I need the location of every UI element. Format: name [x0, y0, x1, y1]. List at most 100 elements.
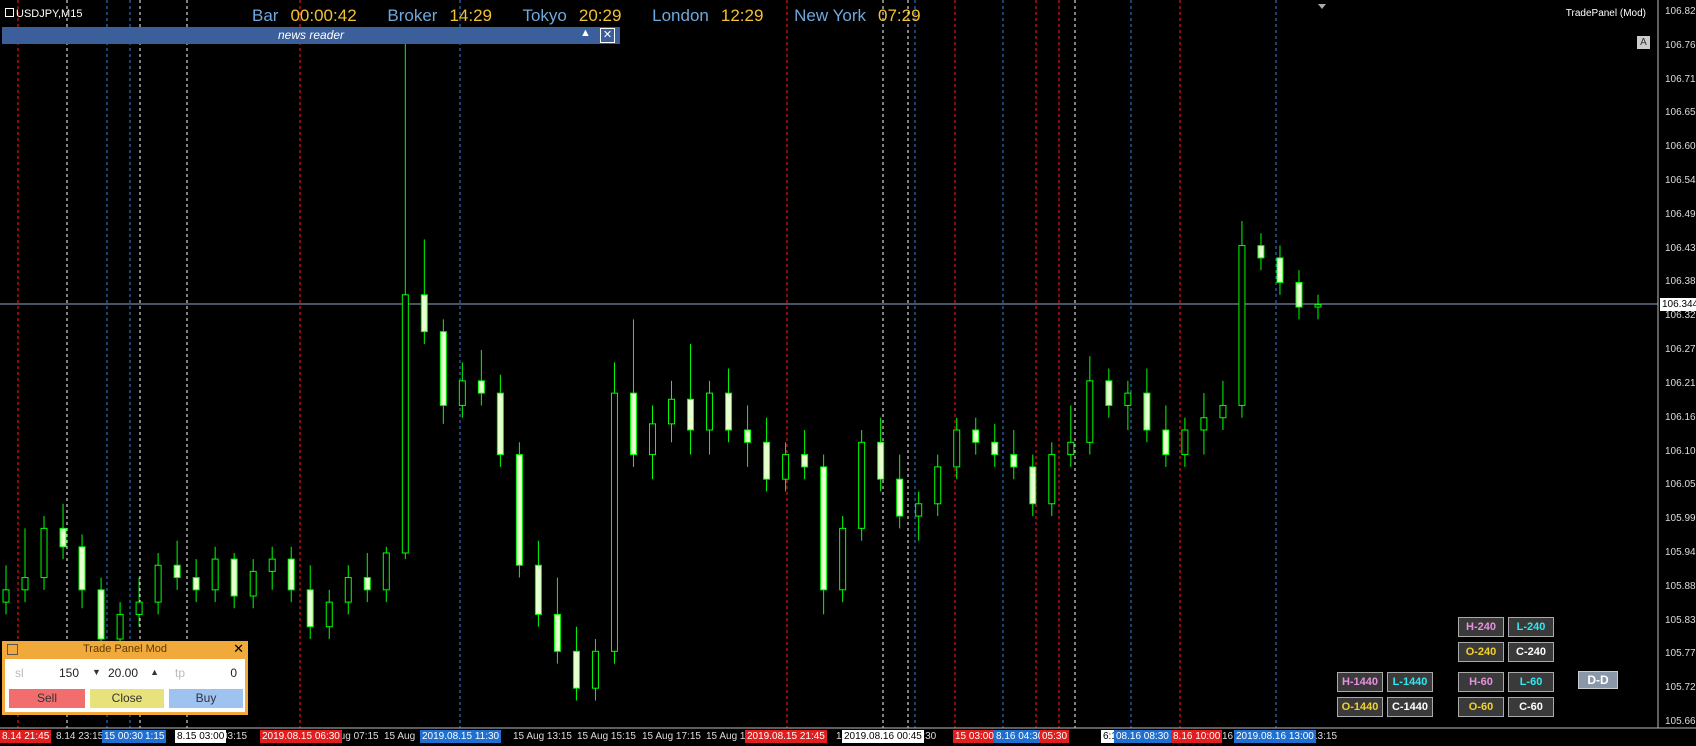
time-tick: 15 Aug 13:15 — [513, 731, 572, 742]
candle-body — [572, 650, 580, 689]
candle-body — [135, 601, 143, 615]
c1440-button[interactable]: C-1440 — [1387, 697, 1433, 717]
minimize-icon[interactable] — [7, 644, 18, 655]
candle-body — [991, 441, 999, 456]
price-tick: 105.995 — [1665, 513, 1696, 525]
chart-background — [0, 0, 1658, 728]
newyork-label: New York — [794, 6, 866, 25]
chart-menu-icon[interactable] — [5, 8, 14, 17]
o1440-button[interactable]: O-1440 — [1337, 697, 1383, 717]
session-time-marker: 08.16 08:30 — [1114, 730, 1171, 743]
candle-body — [648, 423, 656, 456]
close-button[interactable]: Close — [90, 689, 164, 708]
trade-panel-header[interactable]: Trade Panel Mod ✕ — [2, 641, 248, 657]
trade-panel-close-icon[interactable]: ✕ — [233, 642, 244, 656]
sell-button[interactable]: Sell — [9, 689, 85, 708]
candle-body — [116, 613, 124, 640]
trade-panel-body: sl 150 ▼ 20.00 ▲ tp 0 Sell Close Buy — [5, 659, 245, 712]
sl-field[interactable]: sl 150 — [11, 663, 83, 683]
candle-body — [211, 558, 219, 591]
symbol-label: USDJPY,M15 — [16, 8, 83, 20]
price-tick: 106.710 — [1665, 73, 1696, 85]
close-icon[interactable]: ✕ — [600, 28, 615, 43]
lots-decrease-icon[interactable]: ▼ — [92, 667, 101, 677]
candle-body — [1238, 245, 1246, 406]
buy-button[interactable]: Buy — [169, 689, 243, 708]
price-tick: 106.105 — [1665, 445, 1696, 457]
price-tick: 105.830 — [1665, 614, 1696, 626]
candle-body — [363, 577, 371, 591]
candle-body — [173, 564, 181, 579]
session-time-marker: 8.15 03:00 — [175, 730, 227, 743]
candle-body — [820, 466, 828, 591]
price-tick: 106.050 — [1665, 479, 1696, 491]
candle-body — [477, 380, 485, 394]
session-time-marker: 15 03:00 — [953, 730, 996, 743]
candle-body — [97, 589, 105, 640]
candle-body — [953, 429, 961, 468]
candle-body — [1048, 454, 1056, 505]
candle-body — [382, 552, 390, 591]
candle-body — [325, 601, 333, 628]
london-time: 12:29 — [720, 6, 764, 25]
c240-button[interactable]: C-240 — [1508, 642, 1554, 662]
collapse-icon[interactable]: ▲ — [580, 27, 591, 39]
candle-body — [154, 564, 162, 603]
bar-label: Bar — [252, 6, 279, 25]
broker-time: 14:29 — [449, 6, 493, 25]
price-tick: 106.820 — [1665, 6, 1696, 17]
candle-body — [1010, 454, 1018, 468]
o240-button[interactable]: O-240 — [1458, 642, 1504, 662]
tokyo-time: 20:29 — [578, 6, 622, 25]
candle-body — [59, 527, 67, 548]
chart-window[interactable]: USDJPY,M15 Bar 00:00:42 Broker 14:29 Tokyo… — [0, 0, 1696, 746]
trade-panel-title: Trade Panel Mod — [83, 643, 167, 655]
l60-button[interactable]: L-60 — [1508, 672, 1554, 692]
c60-button[interactable]: C-60 — [1508, 697, 1554, 717]
candle-body — [763, 441, 771, 480]
session-time-marker: 8.16 04:30 — [994, 730, 1046, 743]
trade-panel[interactable]: Trade Panel Mod ✕ sl 150 ▼ 20.00 ▲ tp 0 … — [2, 641, 248, 715]
price-tick: 106.765 — [1665, 39, 1696, 51]
auto-scroll-button[interactable]: A — [1637, 36, 1650, 49]
price-chart[interactable] — [0, 0, 1696, 746]
candle-body — [744, 429, 752, 443]
time-axis[interactable]: 8.14 23:1503:15Aug 07:1515 Aug.515 Aug 1… — [0, 728, 1696, 746]
candle-body — [591, 650, 599, 689]
newyork-time: 07:29 — [877, 6, 921, 25]
candle-body — [21, 577, 29, 591]
candle-body — [1257, 245, 1265, 259]
dd-button[interactable]: D-D — [1578, 671, 1618, 689]
candle-body — [1105, 380, 1113, 406]
candle-body — [629, 392, 637, 456]
tp-field[interactable]: tp 0 — [171, 663, 241, 683]
candle-body — [1029, 466, 1037, 505]
candle-body — [192, 577, 200, 591]
l1440-button[interactable]: L-1440 — [1387, 672, 1433, 692]
time-tick: 15 Aug 15:15 — [577, 731, 636, 742]
candle-body — [534, 564, 542, 615]
price-tick: 105.940 — [1665, 546, 1696, 558]
candle-body — [420, 294, 428, 333]
lots-increase-icon[interactable]: ▲ — [150, 667, 159, 677]
lots-stepper[interactable]: ▼ 20.00 ▲ — [89, 663, 165, 683]
l240-button[interactable]: L-240 — [1508, 617, 1554, 637]
o60-button[interactable]: O-60 — [1458, 697, 1504, 717]
candle-body — [706, 392, 714, 431]
candle-body — [344, 577, 352, 603]
h60-button[interactable]: H-60 — [1458, 672, 1504, 692]
h240-button[interactable]: H-240 — [1458, 617, 1504, 637]
session-time-marker: 8.14 21:45 — [0, 730, 52, 743]
price-tick: 106.270 — [1665, 344, 1696, 356]
time-tick: 15 Aug — [384, 731, 416, 742]
tp-placeholder: tp — [175, 666, 186, 680]
bar-time: 00:00:42 — [290, 6, 357, 25]
candle-body — [1067, 441, 1075, 456]
time-tick: 8.14 23:15 — [56, 731, 104, 742]
news-reader-bar[interactable]: news reader ▲ ✕ — [2, 27, 620, 44]
candle-body — [249, 570, 257, 597]
candle-body — [1276, 257, 1284, 283]
h1440-button[interactable]: H-1440 — [1337, 672, 1383, 692]
candle-body — [1314, 304, 1322, 308]
price-axis[interactable]: 106.820 106.765 106.710 106.655 106.600 106.5… — [1658, 0, 1696, 746]
